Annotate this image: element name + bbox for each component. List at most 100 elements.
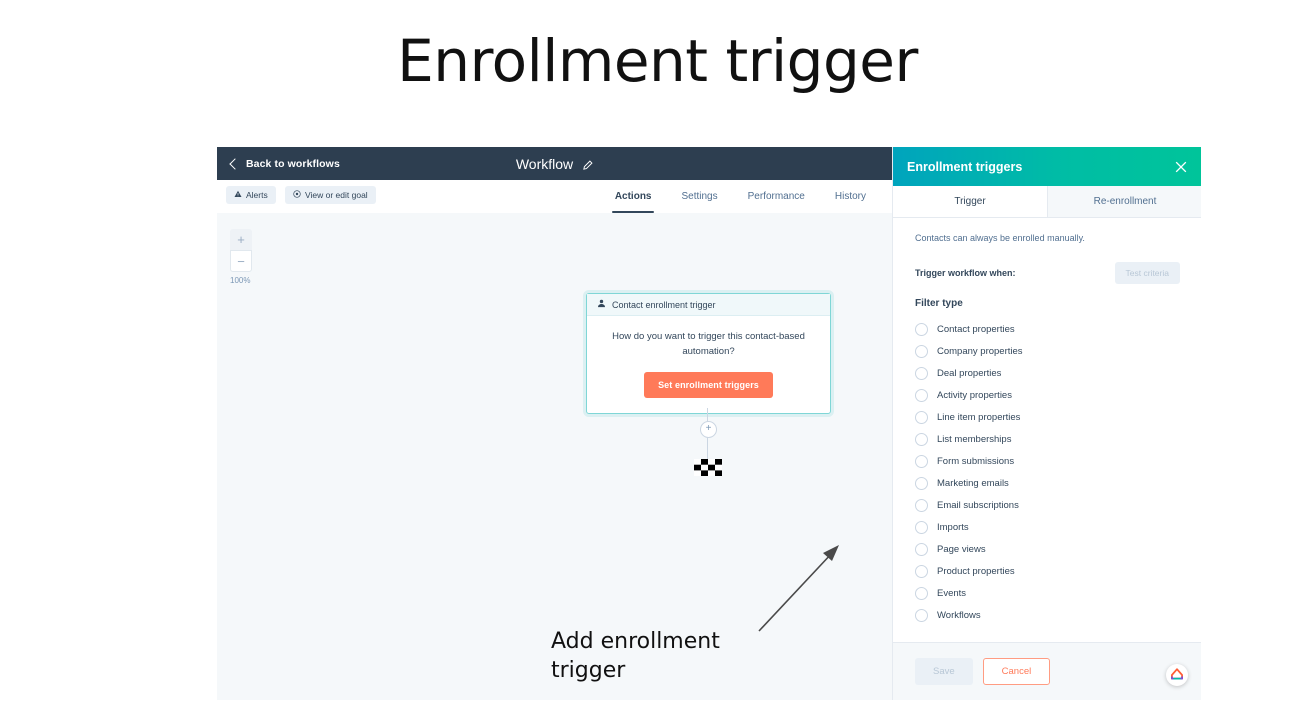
zoom-in-label: + [237,232,245,247]
filter-option-row[interactable]: Contact properties [915,318,1180,340]
filter-option-row[interactable]: Form submissions [915,450,1180,472]
tab-history-label: History [834,191,866,202]
test-criteria-button[interactable]: Test criteria [1114,262,1180,284]
panel-tab-reenrollment-label: Re-enrollment [1093,196,1157,207]
workflow-name-label: Workflow [515,155,574,172]
tab-history[interactable]: History [835,180,866,213]
panel-tab-reenrollment[interactable]: Re-enrollment [1047,186,1201,217]
filter-option-row[interactable]: Imports [915,516,1180,538]
target-icon [293,190,301,200]
filter-option-label: Product properties [937,565,1015,577]
filter-option-label: Contact properties [937,323,1015,335]
filter-option-label: Imports [937,521,969,533]
view-or-edit-goal-button[interactable]: View or edit goal [285,186,376,204]
app-top-bar: Back to workflows Workflow [217,147,892,180]
panel-header: Enrollment triggers [893,147,1201,186]
contact-person-icon [597,299,606,310]
zoom-controls: + − 100% [230,229,252,285]
filter-option-label: Marketing emails [937,477,1009,489]
view-or-edit-goal-label: View or edit goal [305,190,368,200]
tab-settings[interactable]: Settings [681,180,717,213]
alerts-label: Alerts [246,190,268,200]
annotation-line-1: Add enrollment [551,629,720,654]
alerts-button[interactable]: Alerts [226,186,276,204]
radio-button-icon[interactable] [915,542,928,556]
cancel-button[interactable]: Cancel [982,658,1051,685]
filter-option-row[interactable]: Company properties [915,340,1180,362]
radio-button-icon[interactable] [915,608,928,622]
panel-body: Contacts can always be enrolled manually… [893,218,1201,664]
zoom-in-button[interactable]: + [230,229,252,250]
filter-option-label: Line item properties [937,411,1021,423]
tab-actions-label: Actions [614,191,652,202]
filter-option-row[interactable]: Activity properties [915,384,1180,406]
filter-option-row[interactable]: Marketing emails [915,472,1180,494]
filter-option-label: Events [937,587,967,599]
panel-tab-trigger-label: Trigger [954,196,986,207]
radio-button-icon[interactable] [915,498,928,512]
panel-tab-trigger[interactable]: Trigger [893,186,1047,217]
tab-settings-label: Settings [681,191,718,202]
filter-option-row[interactable]: Email subscriptions [915,494,1180,516]
add-action-button[interactable]: + [700,421,717,438]
filter-option-row[interactable]: Product properties [915,560,1180,582]
radio-button-icon[interactable] [915,410,928,424]
annotation-arrow [757,543,847,633]
radio-button-icon[interactable] [915,520,928,534]
radio-button-icon[interactable] [915,366,928,380]
checkered-flag-icon [694,459,722,476]
filter-option-label: Deal properties [937,367,1002,379]
card-header: Contact enrollment trigger [587,294,830,316]
close-icon[interactable] [1174,160,1188,174]
filter-type-label: Filter type [915,298,963,309]
filter-option-label: Page views [937,543,986,555]
radio-button-icon[interactable] [915,344,928,358]
pencil-icon[interactable] [582,158,593,170]
radio-button-icon[interactable] [915,322,928,336]
radio-button-icon[interactable] [915,454,928,468]
filter-option-label: Company properties [937,345,1023,357]
filter-option-row[interactable]: Line item properties [915,406,1180,428]
filter-option-row[interactable]: Page views [915,538,1180,560]
radio-button-icon[interactable] [915,586,928,600]
app-sub-toolbar: Alerts View or edit goal Actions Setting… [217,180,892,214]
panel-tabs: Trigger Re-enrollment [893,186,1201,218]
filter-option-row[interactable]: Workflows [915,604,1180,626]
filter-option-label: Activity properties [937,389,1012,401]
workflow-app-screenshot: Back to workflows Workflow Alerts View o… [217,147,1201,700]
card-body: How do you want to trigger this contact-… [587,316,830,413]
save-button[interactable]: Save [915,658,973,685]
page-title: Enrollment trigger [397,27,918,95]
set-enrollment-triggers-button[interactable]: Set enrollment triggers [644,372,773,399]
panel-title: Enrollment triggers [907,159,1023,174]
radio-button-icon[interactable] [915,388,928,402]
radio-button-icon[interactable] [915,432,928,446]
panel-footer: Save Cancel [893,642,1201,700]
workflow-canvas[interactable]: + − 100% Contact enrollment trigger How … [217,213,892,700]
zoom-out-label: − [237,253,245,269]
card-question-text: How do you want to trigger this contact-… [612,331,805,357]
workflow-nav-tabs: Actions Settings Performance History [611,180,886,213]
warning-triangle-icon [234,190,242,200]
filter-option-row[interactable]: Events [915,582,1180,604]
radio-button-icon[interactable] [915,564,928,578]
trigger-when-label: Trigger workflow when: [915,268,1016,278]
tab-performance[interactable]: Performance [748,180,805,213]
card-header-label: Contact enrollment trigger [612,299,716,310]
enrollment-triggers-panel: Enrollment triggers Trigger Re-enrollmen… [892,147,1201,700]
filter-option-label: Form submissions [937,455,1015,467]
manual-enrollment-note: Contacts can always be enrolled manually… [915,233,1085,243]
filter-option-label: Workflows [937,609,981,621]
contact-enrollment-trigger-card[interactable]: Contact enrollment trigger How do you wa… [586,293,831,415]
filter-option-label: Email subscriptions [937,499,1019,511]
filter-option-row[interactable]: Deal properties [915,362,1180,384]
filter-option-row[interactable]: List memberships [915,428,1180,450]
radio-button-icon[interactable] [915,476,928,490]
workflow-name: Workflow [217,147,892,180]
zoom-out-button[interactable]: − [230,250,252,272]
tab-actions[interactable]: Actions [611,180,655,213]
annotation-line-2: trigger [551,658,626,684]
trigger-when-row: Trigger workflow when: Test criteria [915,262,1180,284]
hubspot-help-widget-icon[interactable] [1166,664,1188,686]
filter-type-radio-list: Contact properties Company properties Deal… [915,318,1180,626]
